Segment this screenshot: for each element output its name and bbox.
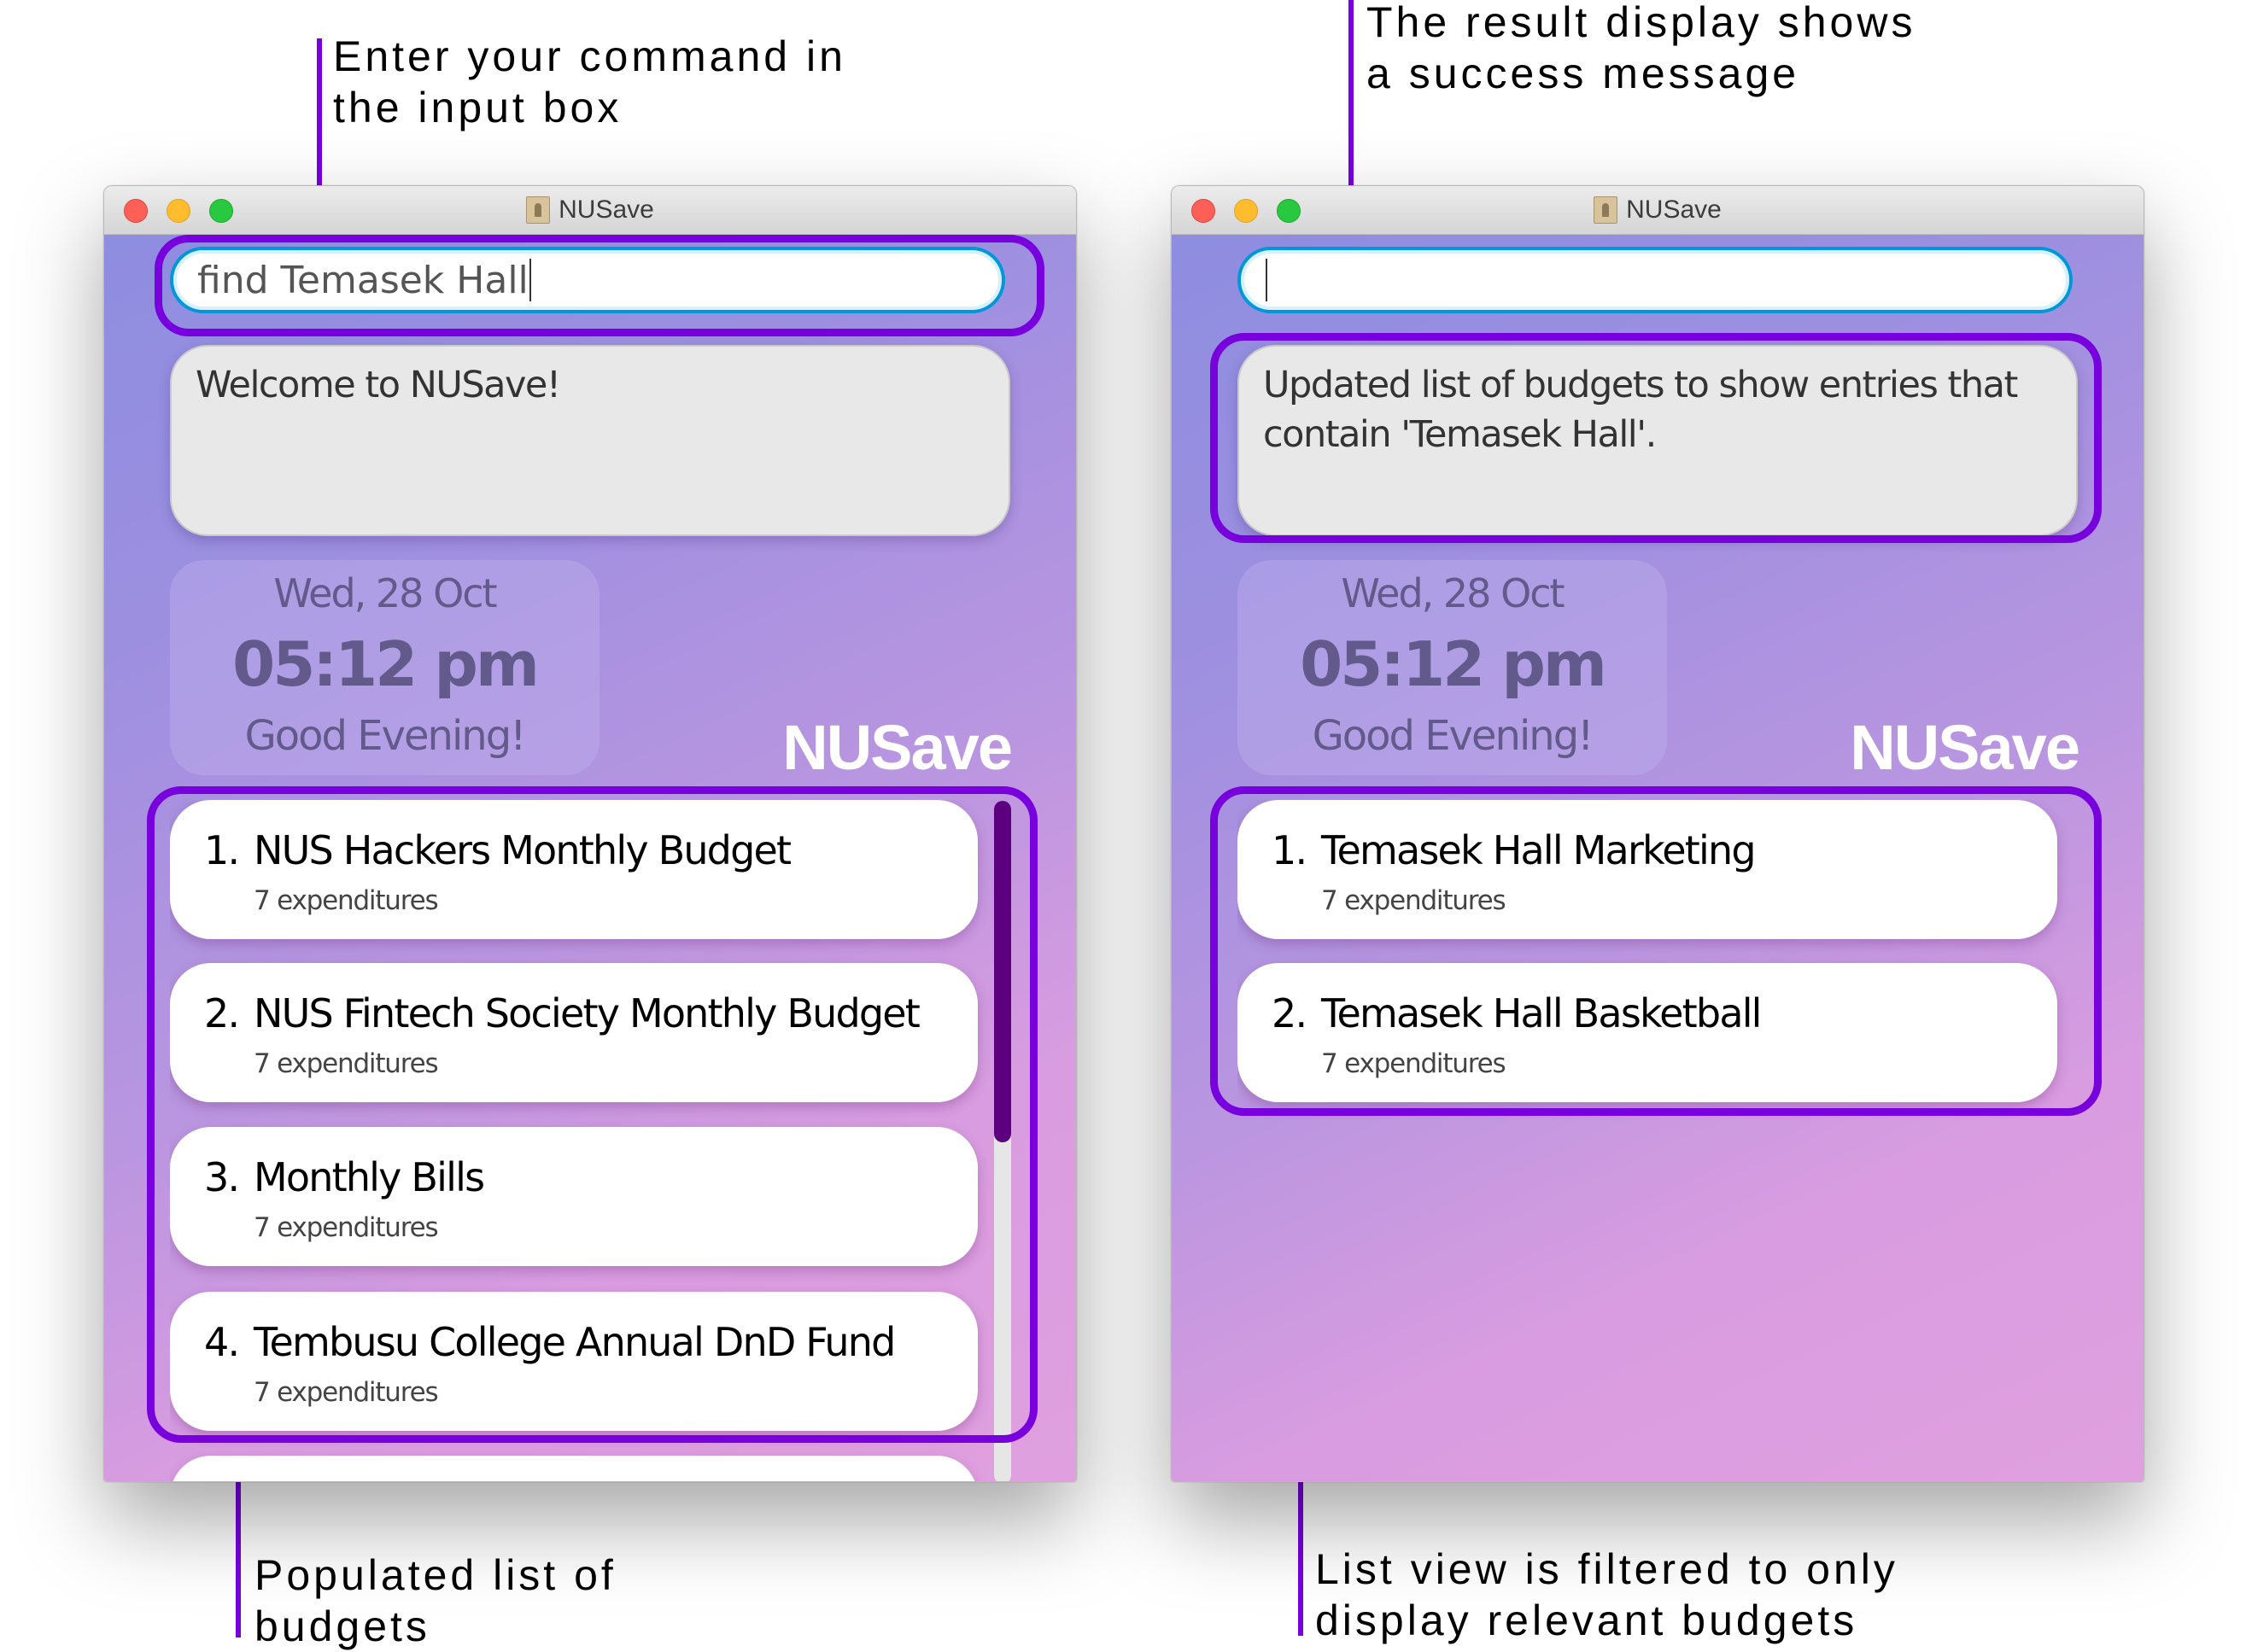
budget-card[interactable]: 4. Tembusu College Annual DnD Fund 7 expe… [170, 1292, 978, 1431]
clock-date: Wed, 28 Oct [1341, 570, 1565, 616]
clock-greeting: Good Evening! [1312, 712, 1594, 760]
clock-panel: Wed, 28 Oct 05:12 pm Good Evening! [170, 560, 600, 775]
budget-index: 1. [204, 827, 240, 873]
budget-name: Monthly Bills [254, 1154, 485, 1200]
budget-index: 2. [1272, 990, 1307, 1036]
command-input-value: find Temasek Hall [197, 258, 529, 302]
clock-time: 05:12 pm [1300, 628, 1607, 700]
annotation-input-line2: the input box [333, 84, 623, 131]
annotation-result-line1: The result display shows [1366, 0, 1916, 46]
list-scrollbar[interactable] [994, 801, 1011, 1481]
title-bar[interactable]: NUSave [104, 186, 1076, 235]
budget-index: 2. [204, 990, 240, 1036]
brand-logo-text: NUSave [782, 712, 1013, 783]
budget-name: Tembusu College Annual DnD Fund [254, 1319, 896, 1365]
budget-card[interactable]: 1. NUS Hackers Monthly Budget 7 expenditu… [170, 800, 978, 939]
clock-panel: Wed, 28 Oct 05:12 pm Good Evening! [1237, 560, 1667, 775]
app-window-after: NUSave Updated list of budgets to show e… [1171, 185, 2144, 1482]
budget-expenditure-count: 7 expenditures [254, 1048, 439, 1079]
budget-expenditure-count: 7 expenditures [1321, 1048, 1506, 1079]
budget-expenditure-count: 7 expenditures [254, 1212, 439, 1243]
window-title: NUSave [559, 196, 654, 224]
annotation-filtered-line1: List view is filtered to only [1315, 1545, 1898, 1593]
annotation-input-line1: Enter your command in [333, 32, 846, 80]
annotation-input-box: Enter your command in the input box [333, 31, 846, 133]
annotation-result-line2: a success message [1366, 50, 1800, 97]
clock-date: Wed, 28 Oct [273, 570, 497, 616]
clock-time: 05:12 pm [232, 628, 540, 700]
budget-name: Temasek Hall Basketball [1321, 990, 1762, 1036]
annotation-result-display: The result display shows a success messa… [1366, 0, 1916, 99]
clock-greeting: Good Evening! [244, 712, 527, 760]
annotation-populated-line1: Populated list of [254, 1551, 617, 1599]
command-input[interactable] [1237, 247, 2073, 313]
budget-name: Temasek Hall Marketing [1321, 827, 1757, 873]
budget-card[interactable]: 2. NUS Fintech Society Monthly Budget 7 e… [170, 963, 978, 1102]
app-window-before: NUSave find Temasek Hall Welcome to NUSa… [103, 185, 1077, 1482]
contacts-book-icon [526, 196, 551, 224]
annotation-populated-line2: budgets [254, 1602, 430, 1650]
budget-card[interactable]: 1. Temasek Hall Marketing 7 expenditures [1237, 800, 2057, 939]
app-content: find Temasek Hall Welcome to NUSave! Wed… [104, 235, 1076, 1481]
budget-expenditure-count: 7 expenditures [254, 1377, 439, 1408]
title-bar[interactable]: NUSave [1172, 186, 2144, 235]
scrollbar-thumb[interactable] [994, 801, 1011, 1142]
budget-index: 1. [1272, 827, 1307, 873]
budget-expenditure-count: 7 expenditures [254, 885, 439, 916]
brand-logo-text: NUSave [1850, 712, 2080, 783]
command-input[interactable]: find Temasek Hall [170, 247, 1005, 313]
annotation-filtered-list: List view is filtered to only display re… [1315, 1544, 1898, 1646]
budget-index: 3. [204, 1154, 240, 1200]
window-title: NUSave [1626, 196, 1722, 224]
result-display: Welcome to NUSave! [170, 345, 1010, 536]
budget-expenditure-count: 7 expenditures [1321, 885, 1506, 916]
budget-list[interactable]: 1. NUS Hackers Monthly Budget 7 expenditu… [170, 800, 1058, 1481]
budget-card[interactable]: 3. Monthly Bills 7 expenditures [170, 1127, 978, 1266]
budget-name: NUS Hackers Monthly Budget [254, 827, 792, 873]
app-content: Updated list of budgets to show entries … [1172, 235, 2144, 1481]
budget-index: 4. [204, 1319, 240, 1365]
text-caret [529, 259, 531, 301]
text-caret [1266, 259, 1267, 301]
budget-name: NUS Fintech Society Monthly Budget [254, 990, 921, 1036]
annotation-filtered-line2: display relevant budgets [1315, 1597, 1858, 1644]
budget-card-partial[interactable] [170, 1456, 978, 1481]
budget-card[interactable]: 2. Temasek Hall Basketball 7 expenditures [1237, 963, 2057, 1102]
annotation-populated-list: Populated list of budgets [254, 1550, 617, 1652]
result-display: Updated list of budgets to show entries … [1237, 345, 2078, 536]
budget-list[interactable]: 1. Temasek Hall Marketing 7 expenditures … [1237, 800, 2126, 1481]
contacts-book-icon [1594, 196, 1618, 224]
